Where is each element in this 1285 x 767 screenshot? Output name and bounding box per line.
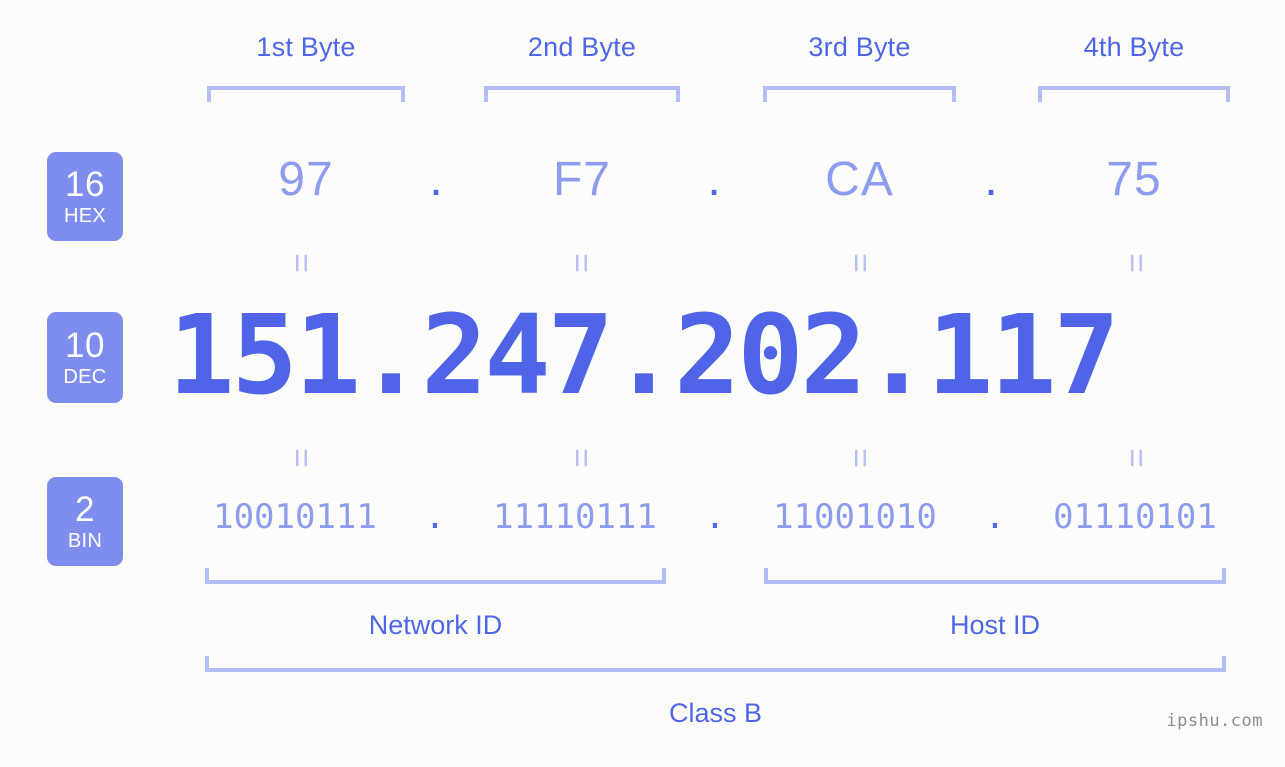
hex-separator-1: . [429, 153, 443, 206]
base-badge-bin-name: BIN [67, 530, 103, 552]
hex-byte-2: F7 [552, 153, 611, 206]
byte-bracket-top-4 [1038, 86, 1230, 102]
hex-separator-2: . [707, 153, 721, 206]
binary-byte-1: 10010111 [213, 497, 377, 537]
hex-byte-4: 75 [1106, 153, 1162, 206]
host-id-label: Host ID [949, 610, 1041, 640]
byte-header-label-3: 3rd Byte [808, 32, 911, 62]
equals-sign-hex-dec-1: = [282, 253, 320, 273]
hex-separator-3: . [984, 153, 998, 206]
base-badge-hex: 16 HEX [47, 152, 123, 241]
base-badge-hex-number: 16 [65, 165, 105, 204]
hex-byte-1: 97 [278, 153, 334, 206]
hex-byte-3: CA [825, 153, 894, 206]
byte-bracket-top-3 [763, 86, 956, 102]
network-id-bracket [205, 568, 666, 584]
byte-header-label-4: 4th Byte [1083, 32, 1185, 62]
equals-sign-hex-dec-4: = [1117, 253, 1155, 273]
binary-separator-1: . [424, 497, 446, 537]
base-badge-bin-number: 2 [75, 490, 95, 529]
ip-address-breakdown-diagram: 1st Byte 2nd Byte 3rd Byte 4th Byte 16 H… [0, 0, 1285, 767]
equals-sign-dec-bin-1: = [282, 448, 320, 468]
equals-sign-dec-bin-4: = [1117, 448, 1155, 468]
site-watermark: ipshu.com [1166, 711, 1263, 731]
equals-sign-hex-dec-3: = [841, 253, 879, 273]
decimal-ip-address: 151.247.202.117 [168, 291, 1119, 419]
binary-separator-3: . [984, 497, 1006, 537]
byte-bracket-top-2 [484, 86, 680, 102]
class-bracket [205, 656, 1226, 672]
class-label: Class B [668, 698, 763, 728]
byte-bracket-top-1 [207, 86, 405, 102]
base-badge-hex-name: HEX [63, 205, 107, 227]
network-id-label: Network ID [368, 610, 503, 640]
equals-sign-dec-bin-2: = [562, 448, 600, 468]
equals-sign-dec-bin-3: = [841, 448, 879, 468]
binary-byte-4: 01110101 [1053, 497, 1217, 537]
host-id-bracket [764, 568, 1226, 584]
binary-byte-2: 11110111 [493, 497, 657, 537]
byte-header-label-2: 2nd Byte [527, 32, 637, 62]
base-badge-bin: 2 BIN [47, 477, 123, 566]
binary-byte-3: 11001010 [773, 497, 937, 537]
byte-header-label-1: 1st Byte [256, 32, 356, 62]
equals-sign-hex-dec-2: = [562, 253, 600, 273]
binary-separator-2: . [704, 497, 726, 537]
